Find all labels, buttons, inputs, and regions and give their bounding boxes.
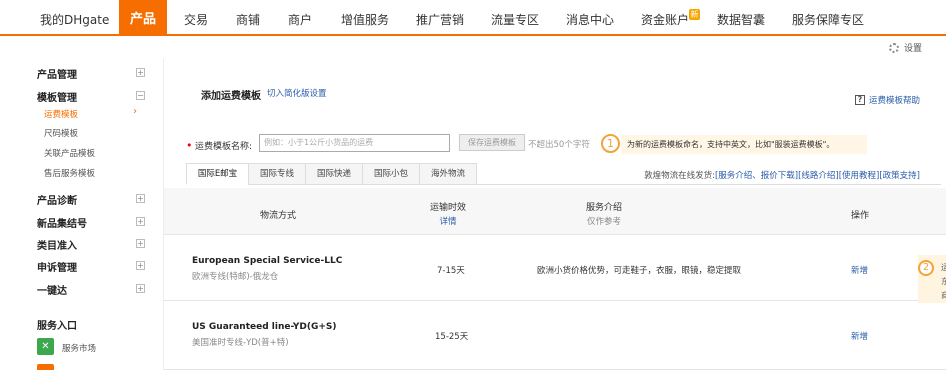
nav-data[interactable]: 数据智囊 [717,0,765,36]
carrier-links-prefix: 敦煌物流在线发货: [644,171,715,181]
required-marker: • [186,139,193,152]
help-label: 运费模板帮助 [868,96,920,106]
nav-merchant[interactable]: 商户 [288,0,312,36]
nav-products[interactable]: 产品 [119,0,167,36]
floating-tip-text: 东 [941,277,946,286]
expand-icon[interactable]: + [136,217,145,226]
switch-simple-link[interactable]: 切入简化版设置 [267,87,327,99]
nav-service[interactable]: 服务保障专区 [792,0,864,36]
sidebar-service-market[interactable]: 服务市场 [62,342,96,354]
row-time: 15-25天 [435,332,469,342]
collapse-icon[interactable]: − [136,91,145,100]
tools-icon[interactable]: ✕ [37,338,54,355]
nav-funds[interactable]: 资金账户 [641,0,689,36]
tab-express[interactable]: 国际快递 [305,163,363,185]
main-content: 添加运费模板 切入简化版设置 ? 运费模板帮助 • 运费模板名称: 例如：小于1… [163,58,946,370]
nav-marketing[interactable]: 推广营销 [416,0,464,36]
gear-icon [888,42,899,53]
new-badge: 新 [689,9,700,20]
table-row: European Special Service-LLC 欧洲专线(特邮)-俄龙… [164,236,946,301]
sidebar-category-access[interactable]: 类目准入 [37,237,77,252]
expand-icon[interactable]: + [136,68,145,77]
nav-messages[interactable]: 消息中心 [566,0,614,36]
nav-trade[interactable]: 交易 [184,0,208,36]
nav-traffic[interactable]: 流量专区 [491,0,539,36]
table-row: US Guaranteed line-YD(G+S) 美国准时专线-YD(普+特… [164,302,946,370]
nav-value-added[interactable]: 增值服务 [341,0,389,36]
top-navigation: 我的DHgate 产品 交易 商铺 商户 增值服务 推广营销 流量专区 消息中心… [0,0,946,36]
time-detail-link[interactable]: 详情 [430,215,466,227]
chevron-right-icon: › [133,106,137,117]
tip-number-badge: 1 [601,134,620,153]
floating-tip-text: 商 [941,291,946,300]
service-intro-link[interactable]: [服务介绍、报价下载] [715,171,798,181]
tab-special-line[interactable]: 国际专线 [248,163,306,185]
col-intro-sub: 仅作参考 [587,217,622,227]
help-icon: ? [854,95,865,105]
table-header: 物流方式 运输时效 详情 服务介绍 仅作参考 操作 [164,188,946,235]
sidebar-item-related-template[interactable]: 关联产品模板 [44,147,95,159]
sidebar: 产品管理 + 模板管理 − 运费模板 › 尺码模板 关联产品模板 售后服务模板 … [0,58,163,370]
row-logistics-name: US Guaranteed line-YD(G+S) [192,322,337,332]
sidebar-product-diagnosis[interactable]: 产品诊断 [37,192,77,207]
sidebar-appeal-mgmt[interactable]: 申诉管理 [37,259,77,274]
floating-tip-text: 运 [941,263,946,272]
tutorial-link[interactable]: [使用教程] [839,171,880,181]
sidebar-service-entry: 服务入口 [37,321,77,332]
col-time: 运输时效 详情 [430,200,466,227]
template-name-label: 运费模板名称: [195,142,253,152]
tab-small-parcel[interactable]: 国际小包 [362,163,420,185]
expand-icon[interactable]: + [136,239,145,248]
expand-icon[interactable]: + [136,194,145,203]
col-time-label: 运输时效 [430,203,467,213]
row-logistics-sub: 欧洲专线(特邮)-俄龙仓 [192,272,279,282]
col-intro: 服务介绍 仅作参考 [586,200,622,227]
tip-message: 为新的运费模板命名，支持中英文，比如"服装运费模板"。 [621,135,867,154]
nav-store[interactable]: 商铺 [236,0,260,36]
page-title: 添加运费模板 [201,91,261,102]
col-action: 操作 [851,211,870,221]
carrier-links: 敦煌物流在线发货:[服务介绍、报价下载][线路介绍][使用教程][政策支持] [644,169,920,181]
sidebar-product-mgmt[interactable]: 产品管理 [37,66,77,81]
nav-my-dhgate[interactable]: 我的DHgate [40,0,109,36]
row-logistics-sub: 美国准时专线-YD(普+特) [192,338,289,348]
col-method: 物流方式 [260,211,297,221]
sidebar-template-mgmt[interactable]: 模板管理 [37,89,77,104]
row-time: 7-15天 [437,266,465,276]
template-name-input[interactable]: 例如：小于1公斤小货品的运费 [259,134,450,152]
sidebar-item-shipping-template[interactable]: 运费模板 [44,108,78,120]
add-button[interactable]: 新增 [851,264,868,276]
tip-number-badge-2: 2 [918,260,934,276]
add-button[interactable]: 新增 [851,330,868,342]
help-link[interactable]: ? 运费模板帮助 [854,94,920,106]
expand-icon[interactable]: + [136,284,145,293]
service-icon[interactable] [37,364,54,370]
char-limit-hint: 不超出50个字符 [528,140,590,150]
save-template-button[interactable]: 保存运费模板 [459,134,525,151]
tab-e-packet[interactable]: 国际E邮宝 [186,163,249,185]
settings-button[interactable]: 设置 [888,41,922,54]
policy-link[interactable]: [政策支持] [879,171,920,181]
tab-overseas[interactable]: 海外物流 [419,163,477,185]
sidebar-item-size-template[interactable]: 尺码模板 [44,127,78,139]
sidebar-one-click[interactable]: 一键达 [37,282,67,297]
col-intro-label: 服务介绍 [586,203,623,213]
row-intro: 欧洲小货价格优势，可走鞋子，衣服，眼镜，稳定提取 [537,266,742,276]
settings-label: 设置 [903,44,922,54]
sidebar-item-aftersale-template[interactable]: 售后服务模板 [44,167,95,179]
row-logistics-name: European Special Service-LLC [192,256,343,266]
expand-icon[interactable]: + [136,261,145,270]
sidebar-new-collection[interactable]: 新品集结号 [37,215,87,230]
route-intro-link[interactable]: [线路介绍] [798,171,839,181]
